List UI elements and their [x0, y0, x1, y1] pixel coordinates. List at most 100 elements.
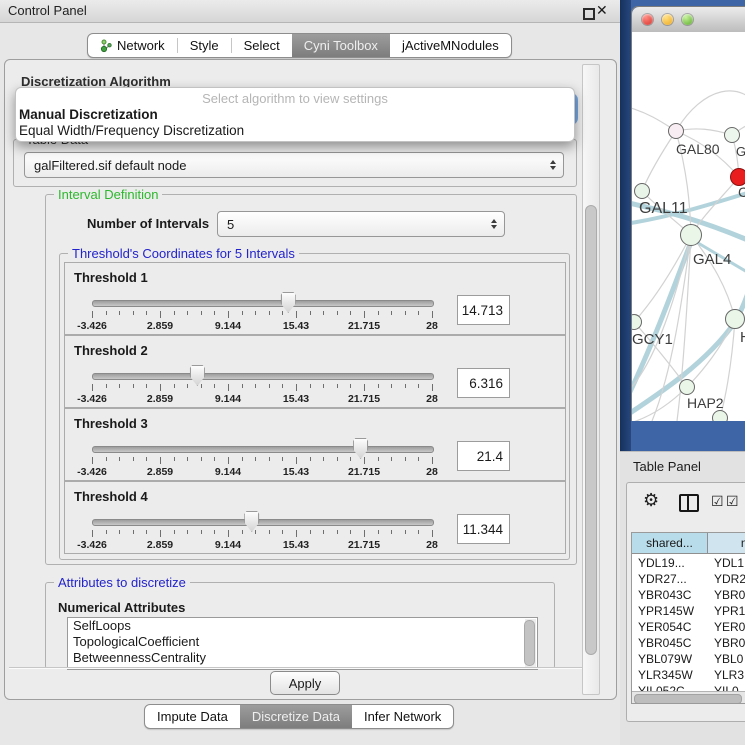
numerical-attributes-list[interactable]: SelfLoopsTopologicalCoefficientBetweenne… [67, 617, 538, 670]
apply-button[interactable]: Apply [270, 671, 340, 695]
slider-thumb[interactable] [190, 365, 205, 386]
table-cell[interactable]: YBR043C [638, 587, 708, 603]
table-data-combobox[interactable]: galFiltered.sif default node [24, 152, 564, 178]
attribute-item-betweennesscentrality[interactable]: BetweennessCentrality [68, 650, 537, 666]
scale-tick [364, 457, 365, 464]
scale-tick-label: 21.715 [348, 466, 380, 478]
network-node[interactable] [680, 224, 702, 246]
settings-gear-icon[interactable]: ⚙ [643, 490, 659, 511]
table-row[interactable]: YBR045C YBR0 [632, 635, 745, 651]
network-window-titlebar[interactable] [632, 7, 745, 33]
network-node[interactable] [668, 123, 684, 139]
settings-scrollbar-thumb[interactable] [585, 205, 597, 655]
list-scrollbar-thumb[interactable] [524, 620, 535, 666]
network-node[interactable] [679, 379, 695, 395]
num-intervals-value: 5 [227, 217, 234, 232]
table-cell[interactable]: YPR1 [714, 603, 745, 619]
slider-track[interactable] [92, 446, 434, 453]
threshold-value-field[interactable]: 21.4 [457, 441, 510, 471]
table-row[interactable]: YER054C YER0 [632, 619, 745, 635]
table-cell[interactable]: YPR145W [638, 603, 708, 619]
bottom-tab-impute-data[interactable]: Impute Data [145, 705, 240, 728]
slider-track[interactable] [92, 373, 434, 380]
tab-style[interactable]: Style [178, 34, 231, 57]
table-scrollbar-thumb[interactable] [634, 694, 742, 704]
attribute-item-topologicalcoefficient[interactable]: TopologicalCoefficient [68, 634, 537, 650]
table-cell[interactable]: YBL0 [714, 651, 745, 667]
network-node[interactable] [712, 410, 728, 421]
table-cell[interactable]: YBL079W [638, 651, 708, 667]
table-cell[interactable]: YDL1 [714, 555, 745, 571]
table-cell[interactable]: YDR27... [638, 571, 708, 587]
table-cell[interactable]: YDL19... [638, 555, 708, 571]
dropdown-item-equal-width-frequency-discretization[interactable]: Equal Width/Frequency Discretization [19, 123, 571, 139]
interval-definition-title: Interval Definition [54, 187, 162, 202]
scale-tick [214, 457, 215, 461]
close-icon[interactable]: ✕ [596, 2, 608, 19]
table-cell[interactable]: YER054C [638, 619, 708, 635]
num-intervals-combobox[interactable]: 5 [217, 211, 505, 237]
scale-tick [432, 384, 433, 391]
table-row[interactable]: YDR27... YDR2 [632, 571, 745, 587]
scale-tick [201, 530, 202, 534]
network-canvas[interactable]: GAL80GACGAL11GAL4GCY1HHAP2 [632, 32, 745, 421]
bottom-tab-infer-network[interactable]: Infer Network [352, 705, 453, 728]
scale-tick [228, 384, 229, 391]
network-node[interactable] [634, 183, 650, 199]
table-row[interactable]: YDL19... YDL1 [632, 555, 745, 571]
window-close-icon[interactable] [642, 14, 653, 25]
interval-definition-group: Interval Definition Number of Intervals … [45, 194, 577, 565]
table-cell[interactable]: YBR045C [638, 635, 708, 651]
window-minimize-icon[interactable] [662, 14, 673, 25]
dropdown-item-manual-discretization[interactable]: Manual Discretization [19, 107, 571, 123]
scale-tick [174, 311, 175, 315]
slider-track[interactable] [92, 519, 434, 526]
checkbox-icon[interactable]: ☑ [711, 493, 724, 510]
table-cell[interactable]: YBR0 [714, 635, 745, 651]
table-cell[interactable]: YDR2 [714, 571, 745, 587]
scale-tick [350, 457, 351, 461]
scale-tick [242, 384, 243, 388]
column-header-1[interactable]: na [708, 533, 745, 554]
scale-tick [391, 384, 392, 388]
bottom-tab-discretize-data[interactable]: Discretize Data [240, 705, 352, 728]
scale-tick-label: 15.43 [283, 539, 309, 551]
threshold-value-field[interactable]: 14.713 [457, 295, 510, 325]
scale-tick [391, 457, 392, 461]
checkbox-icon[interactable]: ☑ [726, 493, 739, 510]
slider-track[interactable] [92, 300, 434, 307]
window-zoom-icon[interactable] [682, 14, 693, 25]
tab-select[interactable]: Select [232, 34, 292, 57]
table-row[interactable]: YBL079W YBL0 [632, 651, 745, 667]
split-pane-icon[interactable] [679, 494, 699, 512]
slider-thumb[interactable] [244, 511, 259, 532]
table-horizontal-scrollbar[interactable] [632, 691, 745, 704]
table-row[interactable]: YBR043C YBR0 [632, 587, 745, 603]
scale-tick-label: 28 [426, 393, 438, 405]
attribute-item-selfloops[interactable]: SelfLoops [68, 618, 537, 634]
table-row[interactable]: YPR145W YPR1 [632, 603, 745, 619]
slider-thumb[interactable] [353, 438, 368, 459]
table-cell[interactable]: YLR3 [714, 667, 745, 683]
slider-thumb[interactable] [281, 292, 296, 313]
node-table[interactable]: shared...na YDL19...YDL1YDR27...YDR2YBR0… [631, 532, 745, 704]
list-scrollbar[interactable] [525, 619, 536, 668]
tab-jactivemnodules[interactable]: jActiveMNodules [390, 34, 511, 57]
column-header-0[interactable]: shared... [632, 533, 708, 554]
network-node[interactable] [725, 309, 745, 329]
scale-tick [119, 311, 120, 315]
table-cell[interactable]: YER0 [714, 619, 745, 635]
slider-scale: -3.4262.8599.14415.4321.71528 [92, 384, 432, 404]
scale-tick [160, 530, 161, 537]
tab-network[interactable]: Network [88, 34, 177, 57]
table-cell[interactable]: YLR345W [638, 667, 708, 683]
scale-tick [391, 530, 392, 534]
settings-scrollbar[interactable] [582, 64, 600, 695]
table-row[interactable]: YLR345W YLR3 [632, 667, 745, 683]
table-cell[interactable]: YBR0 [714, 587, 745, 603]
threshold-value-field[interactable]: 11.344 [457, 514, 510, 544]
tab-cyni-toolbox[interactable]: Cyni Toolbox [292, 34, 390, 57]
network-node[interactable] [724, 127, 740, 143]
threshold-value-field[interactable]: 6.316 [457, 368, 510, 398]
float-panel-icon[interactable] [583, 8, 595, 20]
